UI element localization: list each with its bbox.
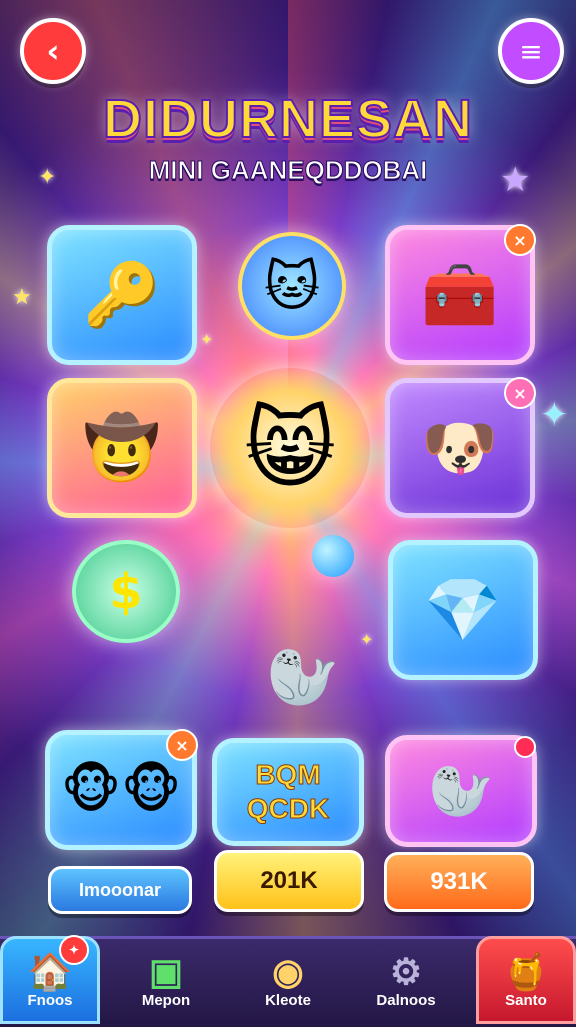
golden-key-icon: 🔑 — [83, 258, 161, 331]
game-tile-dog[interactable]: 🐶 × — [385, 377, 536, 518]
record-icon: ◉ — [272, 950, 304, 992]
nav-label-home: Fnoos — [27, 991, 73, 1009]
nav-label-mepon: Mepon — [141, 991, 191, 1009]
page-subtitle: MINI GAANEQDDOBAI — [148, 155, 428, 186]
game-tile-key[interactable]: 🔑 — [47, 225, 197, 365]
dog-with-gun-icon: 🐶 — [421, 411, 499, 484]
game-tile-table[interactable]: 🧰 × — [385, 224, 536, 365]
featured-game-cat[interactable]: 😸 — [210, 368, 370, 528]
game-tile-letters[interactable]: BQM QCDK — [212, 738, 364, 846]
pot-icon: 🍯 — [503, 950, 549, 992]
game-orb-dollar[interactable]: $ — [72, 540, 180, 643]
nav-label-santo: Santo — [505, 991, 547, 1009]
crystal-gem-icon: 💎 — [424, 573, 502, 646]
game-tile-hat[interactable]: 🤠 — [47, 378, 197, 518]
back-button[interactable]: ‹ — [20, 18, 86, 84]
page-title: DIDURNESAN — [102, 88, 474, 150]
star-sparkle: ✦ — [540, 395, 569, 435]
nav-item-santo[interactable]: 🍯 Santo — [476, 936, 576, 1024]
game-orb-cat[interactable]: 🐱 — [238, 232, 346, 340]
nav-item-dalnoos[interactable]: ⚙ Dalnoos — [356, 936, 456, 1024]
cat-musician-icon: 😸 — [244, 396, 336, 500]
hat-smiley-icon: 🤠 — [83, 411, 161, 484]
badge-icon: ✦ — [59, 935, 89, 965]
nav-item-mepon[interactable]: ▣ Mepon — [116, 936, 216, 1024]
treasure-table-icon: 🧰 — [421, 258, 499, 331]
menu-button[interactable]: ≡ — [498, 18, 564, 84]
game-tile-crystal[interactable]: 💎 — [388, 540, 538, 680]
star-sparkle: ✦ — [360, 630, 374, 649]
close-badge-icon[interactable]: × — [166, 729, 198, 761]
nav-label-dalnoos: Dalnoos — [376, 991, 436, 1009]
nav-item-kleote[interactable]: ◉ Kleote — [238, 936, 338, 1024]
close-badge-icon[interactable]: × — [504, 377, 536, 409]
game-tile-seal[interactable]: 🦭 — [385, 735, 537, 847]
square-icon: ▣ — [148, 950, 183, 992]
chevron-left-icon: ‹ — [46, 32, 60, 70]
star-sparkle: ★ — [12, 285, 32, 310]
hamburger-menu-icon: ≡ — [519, 34, 543, 68]
label-button-left[interactable]: Imooonar — [48, 866, 192, 914]
score-button-right[interactable]: 931K — [384, 852, 534, 912]
cat-face-icon: 🐱 — [263, 254, 321, 318]
blue-bubble — [312, 535, 354, 577]
score-button-center[interactable]: 201K — [214, 850, 364, 912]
nav-label-kleote: Kleote — [265, 991, 311, 1009]
star-sparkle: ✦ — [200, 330, 214, 349]
seal-capsule-icon: 🦭 — [428, 761, 494, 822]
nav-item-home[interactable]: 🏠 Fnoos ✦ — [0, 935, 100, 1024]
letters-line-2: QCDK — [246, 793, 330, 825]
gear-icon: ⚙ — [389, 950, 423, 992]
two-monkeys-icon: 🐵🐵 — [60, 760, 182, 820]
letters-line-1: BQM — [255, 759, 321, 791]
dollar-orb-icon: $ — [109, 563, 143, 620]
game-tile-monkeys[interactable]: 🐵🐵 × — [45, 729, 198, 850]
game-seal[interactable]: 🦭 — [248, 640, 358, 715]
notification-dot — [514, 736, 536, 758]
seal-pillow-icon: 🦭 — [266, 643, 340, 711]
close-badge-icon[interactable]: × — [504, 224, 536, 256]
